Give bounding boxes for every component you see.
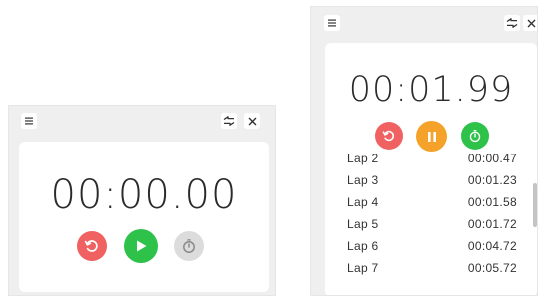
play-icon bbox=[137, 240, 147, 252]
stopwatch-icon bbox=[469, 130, 481, 143]
compact-overlay-icon bbox=[506, 18, 518, 28]
lap-row: Lap 6 00:04.72 bbox=[325, 236, 537, 258]
stopwatch-card: 00:01.99 Lap 2 00:00.47 Lap 3 00:01.23 L… bbox=[325, 43, 537, 295]
stopwatch-window-running: 00:01.99 Lap 2 00:00.47 Lap 3 00:01.23 L… bbox=[310, 6, 538, 296]
stopwatch-icon bbox=[183, 239, 195, 253]
elapsed-time: 00:00.00 bbox=[50, 172, 238, 218]
stopwatch-card: 00:00.00 bbox=[19, 142, 269, 292]
close-icon bbox=[527, 19, 535, 27]
lap-time: 00:00.47 bbox=[467, 154, 517, 165]
reset-icon bbox=[84, 240, 98, 252]
close-icon bbox=[248, 117, 256, 125]
start-button[interactable] bbox=[124, 229, 158, 263]
elapsed-time: 00:01.99 bbox=[348, 70, 514, 110]
lap-list-scrollbar[interactable] bbox=[533, 183, 537, 227]
pause-icon bbox=[427, 131, 436, 142]
lap-label: Lap 6 bbox=[347, 239, 379, 253]
lap-button[interactable] bbox=[174, 231, 204, 261]
menu-button[interactable] bbox=[21, 113, 37, 129]
lap-button[interactable] bbox=[461, 122, 489, 150]
reset-button[interactable] bbox=[77, 231, 107, 261]
menu-icon bbox=[328, 19, 336, 27]
lap-row: Lap 7 00:05.72 bbox=[325, 258, 537, 280]
reset-button[interactable] bbox=[375, 122, 403, 150]
lap-time: 00:05.72 bbox=[467, 261, 517, 275]
lap-time: 00:01.72 bbox=[467, 217, 517, 231]
stopwatch-window-stopped: 00:00.00 bbox=[8, 105, 276, 296]
lap-row: Lap 4 00:01.58 bbox=[325, 192, 537, 214]
compact-overlay-button[interactable] bbox=[504, 15, 520, 31]
screen: 00:00.00 00:01.99 Lap 2 00:00.47 Lap 3 0… bbox=[0, 0, 541, 296]
lap-label: Lap 2 bbox=[347, 154, 379, 165]
lap-label: Lap 5 bbox=[347, 217, 379, 231]
compact-overlay-button[interactable] bbox=[221, 113, 237, 129]
lap-row: Lap 2 00:00.47 bbox=[325, 154, 537, 170]
menu-button[interactable] bbox=[324, 15, 340, 31]
lap-label: Lap 3 bbox=[347, 173, 379, 187]
lap-label: Lap 4 bbox=[347, 195, 379, 209]
compact-overlay-icon bbox=[223, 116, 235, 126]
reset-icon bbox=[382, 130, 395, 142]
close-button[interactable] bbox=[523, 15, 537, 31]
lap-time: 00:01.23 bbox=[467, 173, 517, 187]
lap-label: Lap 7 bbox=[347, 261, 379, 275]
lap-row: Lap 3 00:01.23 bbox=[325, 170, 537, 192]
pause-button[interactable] bbox=[416, 121, 447, 152]
close-button[interactable] bbox=[244, 113, 260, 129]
menu-icon bbox=[25, 117, 33, 125]
lap-list[interactable]: Lap 2 00:00.47 Lap 3 00:01.23 Lap 4 00:0… bbox=[325, 154, 537, 295]
lap-time: 00:01.58 bbox=[467, 195, 517, 209]
lap-row: Lap 5 00:01.72 bbox=[325, 214, 537, 236]
lap-time: 00:04.72 bbox=[467, 239, 517, 253]
